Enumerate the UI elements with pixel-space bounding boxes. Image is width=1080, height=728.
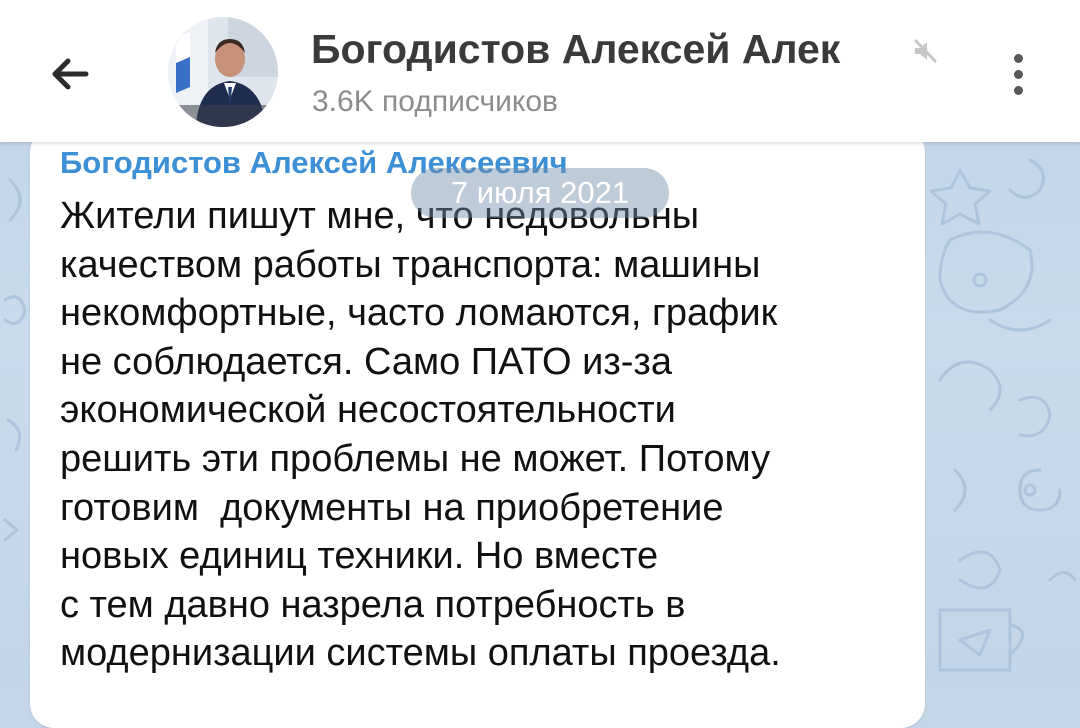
chat-header: Богодистов Алексей Алек 3.6K подписчиков [0,0,1080,142]
back-button[interactable] [40,44,100,104]
message-line: некомфортные, часто ломаются, график [60,292,778,335]
message-line: решить эти проблемы не может. Потому [60,437,771,480]
message-line: готовим документы на приобретение [60,486,724,529]
message-line: экономической несостоятельности [60,389,676,432]
date-badge: 7 июля 2021 [411,168,669,218]
more-vertical-icon-dot [1013,85,1023,95]
speaker-muted-icon [914,39,937,63]
message-line: качеством работы транспорта: машины [60,243,761,286]
more-vertical-icon [1013,53,1023,63]
more-vertical-icon-dot [1013,69,1023,79]
avatar-image [168,17,278,127]
channel-avatar[interactable] [168,17,278,127]
arrow-left-icon [52,58,89,90]
message-line: не соблюдается. Само ПАТО из-за [60,340,672,383]
message-line: модернизации системы оплаты проезда. [60,632,781,675]
channel-title[interactable]: Богодистов Алексей Алек [311,24,911,74]
message-line: новых единиц техники. Но вместе [60,535,659,578]
more-options-button[interactable] [996,46,1040,102]
subscriber-count: 3.6K подписчиков [312,85,558,118]
message-text: Жители пишут мне, что недовольны качеств… [60,192,910,678]
message-line: с тем давно назрела потребность в [60,583,686,626]
